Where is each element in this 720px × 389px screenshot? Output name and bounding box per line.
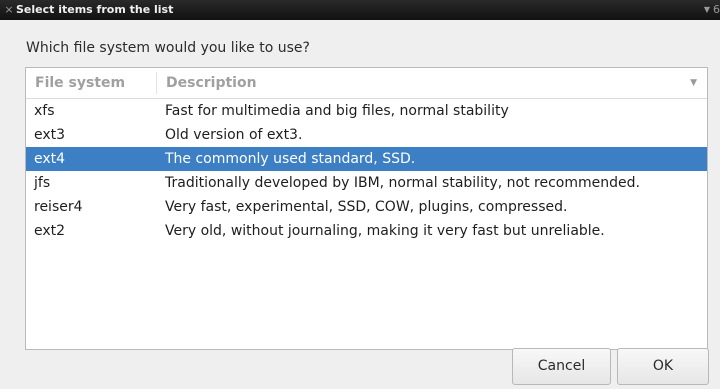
row-file-system: jfs	[34, 175, 51, 191]
dialog-window: × Select items from the list ▼ 6 Which f…	[0, 0, 720, 389]
titlebar[interactable]: × Select items from the list ▼ 6	[0, 0, 720, 20]
row-description: Old version of ext3.	[165, 127, 303, 143]
window-menu-icon[interactable]: ▼	[704, 0, 710, 20]
row-file-system: ext2	[34, 223, 66, 239]
window-title: Select items from the list	[16, 3, 174, 16]
column-header-description[interactable]: Description	[166, 68, 257, 98]
list-row-reiser4[interactable]: reiser4 Very fast, experimental, SSD, CO…	[26, 195, 707, 219]
row-file-system: ext3	[34, 127, 66, 143]
titlebar-extra-glyph: 6	[713, 3, 720, 16]
list-row-xfs[interactable]: xfs Fast for multimedia and big files, n…	[26, 99, 707, 123]
list-row-jfs[interactable]: jfs Traditionally developed by IBM, norm…	[26, 171, 707, 195]
row-file-system: ext4	[34, 151, 66, 167]
row-description: Very fast, experimental, SSD, COW, plugi…	[165, 199, 568, 215]
list-row-ext2[interactable]: ext2 Very old, without journaling, makin…	[26, 219, 707, 243]
list-row-ext4[interactable]: ext4 The commonly used standard, SSD.	[26, 147, 707, 171]
file-system-list[interactable]: File system Description ▼ xfs Fast for m…	[25, 67, 708, 350]
row-description: Fast for multimedia and big files, norma…	[165, 103, 509, 119]
dialog-question: Which file system would you like to use?	[26, 40, 310, 56]
row-description: The commonly used standard, SSD.	[165, 151, 416, 167]
cancel-button[interactable]: Cancel	[512, 348, 611, 385]
row-file-system: reiser4	[34, 199, 83, 215]
list-header: File system Description ▼	[26, 68, 707, 99]
list-row-ext3[interactable]: ext3 Old version of ext3.	[26, 123, 707, 147]
ok-button[interactable]: OK	[617, 348, 709, 385]
sort-indicator-icon: ▼	[690, 78, 697, 88]
column-separator	[156, 72, 157, 94]
row-description: Very old, without journaling, making it …	[165, 223, 605, 239]
close-icon[interactable]: ×	[3, 0, 15, 20]
list-rows: xfs Fast for multimedia and big files, n…	[26, 99, 707, 243]
column-header-file-system[interactable]: File system	[35, 68, 125, 98]
row-description: Traditionally developed by IBM, normal s…	[165, 175, 640, 191]
row-file-system: xfs	[34, 103, 55, 119]
